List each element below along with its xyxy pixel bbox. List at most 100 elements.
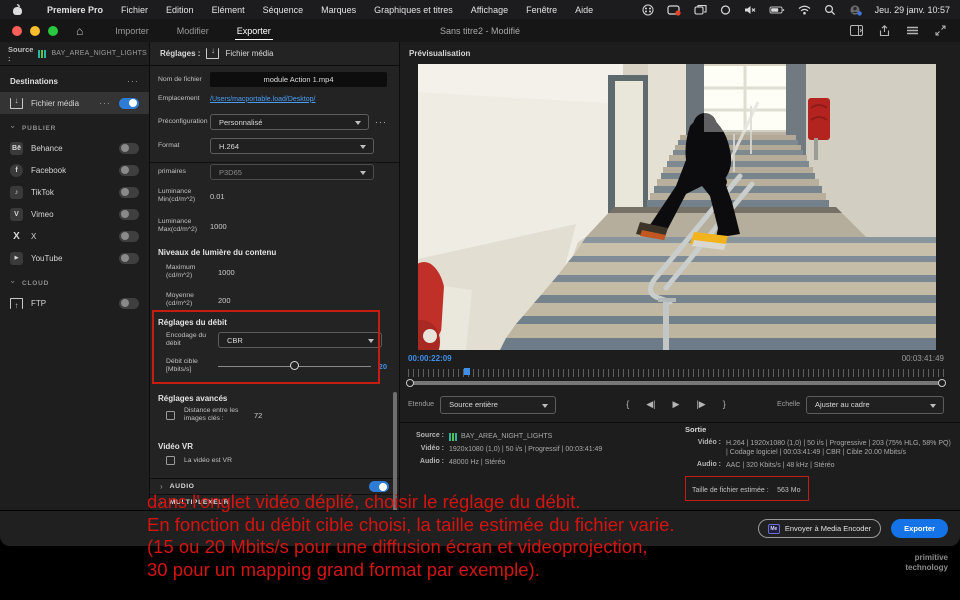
minimize-window-button[interactable]: [30, 26, 40, 36]
zoom-window-button[interactable]: [48, 26, 58, 36]
keyframe-value[interactable]: 72: [254, 411, 262, 420]
luminance-max-value[interactable]: 1000: [210, 222, 227, 231]
vr-checkbox[interactable]: [166, 456, 175, 465]
facebook-toggle[interactable]: [119, 165, 139, 176]
workspace-icon[interactable]: [850, 25, 863, 37]
control-center-icon[interactable]: [642, 4, 654, 16]
preset-more-icon[interactable]: ···: [375, 117, 387, 127]
user-account-icon[interactable]: [849, 4, 862, 16]
max-light-value[interactable]: 1000: [218, 268, 235, 277]
fichier-media-toggle[interactable]: [119, 98, 139, 109]
export-settings-panel: Réglages : ↓ Fichier média Nom de fichie…: [150, 42, 400, 510]
filename-input[interactable]: module Action 1.mp4: [210, 72, 387, 87]
wifi-icon[interactable]: [798, 4, 811, 16]
destination-facebook[interactable]: f Facebook: [0, 159, 149, 181]
preset-value: Personnalisé: [219, 118, 262, 127]
youtube-label: YouTube: [31, 254, 111, 263]
step-forward-button[interactable]: |▶: [696, 399, 705, 410]
window-titlebar: ⌂ Importer Modifier Exporter Sans titre2…: [0, 19, 960, 42]
tab-modifier[interactable]: Modifier: [163, 19, 223, 42]
destination-fichier-media[interactable]: ↓ Fichier média ···: [0, 92, 149, 114]
ftp-icon: ↑: [10, 298, 23, 309]
destination-tiktok[interactable]: ♪ TikTok: [0, 181, 149, 203]
apple-menu-icon[interactable]: [12, 4, 24, 16]
location-link[interactable]: /Users/macportable.load/Desktop/: [210, 96, 315, 103]
screen-record-icon[interactable]: [667, 4, 681, 16]
primaries-value: P3D65: [219, 168, 242, 177]
menu-element[interactable]: Elément: [203, 5, 254, 15]
mission-control-icon[interactable]: [694, 4, 707, 16]
tiktok-toggle[interactable]: [119, 187, 139, 198]
preview-panel: Prévisualisation: [400, 42, 960, 510]
menu-hamburger-icon[interactable]: [906, 25, 919, 37]
menu-premiere-pro[interactable]: Premiere Pro: [38, 5, 112, 15]
destination-youtube[interactable]: ▶ YouTube: [0, 247, 149, 269]
output-video-value: H.264 | 1920x1080 (1,0) | 50 i/s | Progr…: [726, 439, 951, 457]
battery-icon: [769, 4, 785, 16]
output-audio-value: AAC | 320 Kbits/s | 48 kHz | Stéréo: [726, 461, 835, 470]
play-button[interactable]: ▶: [673, 399, 680, 410]
mute-icon[interactable]: [744, 4, 756, 16]
step-back-button[interactable]: ◀|: [646, 399, 655, 410]
youtube-toggle[interactable]: [119, 253, 139, 264]
vimeo-toggle[interactable]: [119, 209, 139, 220]
menu-affichage[interactable]: Affichage: [462, 5, 517, 15]
output-video-label: Vidéo :: [685, 439, 721, 446]
format-label: Format: [158, 142, 210, 150]
timecode-current: 00:00:22:09: [408, 354, 452, 363]
ftp-toggle[interactable]: [119, 298, 139, 309]
bitrate-encoding-dropdown[interactable]: CBR: [218, 332, 382, 348]
destination-x[interactable]: X X: [0, 225, 149, 247]
timeline-range-slider[interactable]: [408, 381, 944, 385]
luminance-min-value[interactable]: 0.01: [210, 192, 225, 201]
destinations-sidebar: Source : BAY_AREA_NIGHT_LIGHTS Destinati…: [0, 42, 150, 510]
menu-fenetre[interactable]: Fenêtre: [517, 5, 566, 15]
tab-exporter[interactable]: Exporter: [223, 19, 285, 42]
range-end-handle[interactable]: [938, 379, 946, 387]
destinations-more-icon[interactable]: ···: [127, 76, 139, 86]
close-window-button[interactable]: [12, 26, 22, 36]
preset-dropdown[interactable]: Personnalisé: [210, 114, 369, 130]
x-toggle[interactable]: [119, 231, 139, 242]
scale-dropdown[interactable]: Ajuster au cadre: [806, 396, 944, 414]
spotlight-icon[interactable]: [824, 4, 836, 16]
avg-light-value[interactable]: 200: [218, 296, 231, 305]
playhead-marker[interactable]: [464, 368, 470, 375]
menu-edition[interactable]: Edition: [157, 5, 203, 15]
menu-fichier[interactable]: Fichier: [112, 5, 157, 15]
fullscreen-icon[interactable]: [935, 25, 946, 37]
ftp-label: FTP: [31, 299, 111, 308]
bitrate-encoding-label: Encodage du débit: [166, 332, 218, 348]
keyframe-checkbox[interactable]: [166, 411, 175, 420]
timeline-ruler[interactable]: [408, 369, 944, 377]
fichier-media-more-icon[interactable]: ···: [99, 98, 111, 108]
destination-ftp[interactable]: ↑ FTP: [0, 292, 149, 314]
target-bitrate-slider[interactable]: [218, 360, 371, 372]
source-summary-name: BAY_AREA_NIGHT_LIGHTS: [461, 432, 552, 441]
youtube-icon: ▶: [10, 252, 23, 265]
menu-aide[interactable]: Aide: [566, 5, 602, 15]
mark-out-button[interactable]: }: [723, 399, 726, 410]
mark-in-button[interactable]: {: [626, 399, 629, 410]
slider-handle[interactable]: [290, 361, 299, 370]
menu-marques[interactable]: Marques: [312, 5, 365, 15]
destination-behance[interactable]: Bē Behance: [0, 137, 149, 159]
publish-section-header[interactable]: › PUBLIER: [0, 114, 149, 137]
range-dropdown[interactable]: Source entière: [440, 396, 556, 414]
destination-vimeo[interactable]: V Vimeo: [0, 203, 149, 225]
tab-importer[interactable]: Importer: [101, 19, 163, 42]
menubar-clock[interactable]: Jeu. 29 janv. 10:57: [875, 5, 950, 15]
format-value: H.264: [219, 142, 239, 151]
export-button[interactable]: Exporter: [891, 519, 948, 538]
cloud-section-header[interactable]: › CLOUD: [0, 269, 149, 292]
share-icon[interactable]: [879, 25, 890, 37]
circle-status-icon[interactable]: [720, 4, 731, 16]
menu-graphiques[interactable]: Graphiques et titres: [365, 5, 462, 15]
target-bitrate-value[interactable]: 20: [379, 362, 387, 371]
home-icon[interactable]: ⌂: [76, 25, 83, 37]
range-start-handle[interactable]: [406, 379, 414, 387]
behance-toggle[interactable]: [119, 143, 139, 154]
format-dropdown[interactable]: H.264: [210, 138, 374, 154]
video-preview-frame[interactable]: [418, 64, 936, 350]
menu-sequence[interactable]: Séquence: [254, 5, 313, 15]
